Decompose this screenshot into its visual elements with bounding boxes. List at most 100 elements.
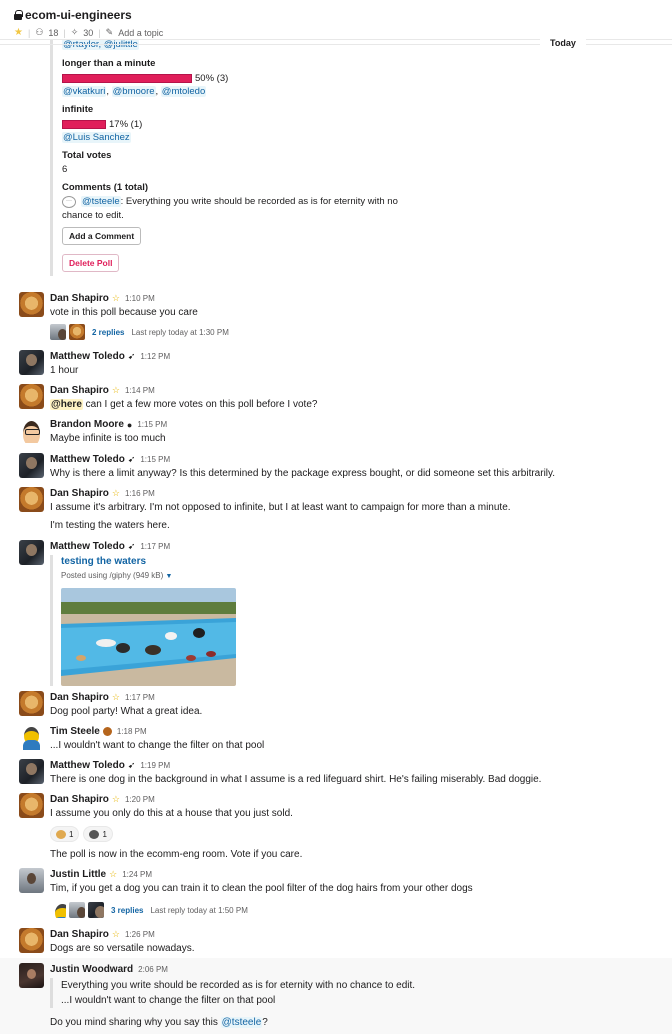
message-author[interactable]: Dan Shapiro — [50, 794, 109, 805]
pin-status-icon: ➹ — [127, 760, 136, 770]
pin-status-icon: ➹ — [127, 541, 136, 551]
comments-label: Comments (1 total) — [62, 182, 149, 193]
message-time[interactable]: 1:15 PM — [140, 455, 170, 464]
message-author[interactable]: Justin Woodward — [50, 964, 133, 975]
add-topic-link[interactable]: Add a topic — [118, 28, 163, 38]
avatar[interactable] — [19, 453, 44, 478]
doge-emoji-icon — [56, 829, 66, 839]
quote-line: ...I wouldn't want to change the filter … — [61, 995, 276, 1006]
thread-last-reply: Last reply today at 1:30 PM — [131, 327, 229, 337]
poll-bar — [62, 73, 192, 83]
message-author[interactable]: Dan Shapiro — [50, 488, 109, 499]
pin-count[interactable]: 30 — [83, 28, 93, 38]
voter-mention[interactable]: @bmoore — [111, 86, 156, 97]
message-time[interactable]: 2:06 PM — [138, 965, 168, 974]
avatar[interactable] — [19, 487, 44, 512]
poll-attachment: @rtaylor, @julittle longer than a minute… — [50, 38, 550, 276]
pin-icon[interactable]: ✧ — [71, 27, 79, 38]
here-mention[interactable]: @here — [50, 399, 83, 410]
message-text: can I get a few more votes on this poll … — [82, 399, 318, 410]
star-status-icon: ☆ — [111, 794, 120, 804]
channel-title[interactable]: ecom-ui-engineers — [14, 8, 132, 22]
message-text: Do you mind sharing why you say this — [50, 1017, 221, 1028]
star-status-icon: ☆ — [109, 869, 118, 879]
thread-last-reply: Last reply today at 1:50 PM — [150, 905, 248, 915]
message-time[interactable]: 1:17 PM — [140, 542, 170, 551]
avatar[interactable] — [19, 759, 44, 784]
poll-voters: @vkatkuri, @bmoore, @mtoledo — [62, 86, 207, 97]
avatar[interactable] — [19, 793, 44, 818]
reaction-pill[interactable]: 1 — [83, 826, 113, 842]
avatar[interactable] — [19, 691, 44, 716]
avatar[interactable] — [19, 350, 44, 375]
pencil-icon[interactable]: ✎ — [106, 27, 114, 38]
poll-result-text: 17% (1) — [109, 118, 143, 130]
members-icon[interactable]: ⚇ — [35, 27, 43, 38]
message-author[interactable]: Justin Little — [50, 869, 106, 880]
comment-text-cont: chance to edit. — [62, 210, 124, 221]
dog-pool-gif[interactable] — [61, 588, 236, 686]
caret-down-icon[interactable]: ▼ — [166, 573, 173, 580]
message-author[interactable]: Dan Shapiro — [50, 692, 109, 703]
voter-mention[interactable]: @Luis Sanchez — [62, 132, 131, 143]
message-time[interactable]: 1:17 PM — [125, 693, 155, 702]
message-author[interactable]: Dan Shapiro — [50, 293, 109, 304]
comment-author[interactable]: @tsteele — [81, 196, 121, 207]
thread-replies-link[interactable]: 2 replies — [92, 328, 124, 337]
delete-poll-button[interactable]: Delete Poll — [62, 254, 120, 272]
attachment-title[interactable]: testing the waters — [61, 555, 236, 569]
message-author[interactable]: Matthew Toledo — [50, 760, 125, 771]
thread-replies-link[interactable]: 3 replies — [111, 906, 143, 915]
message-time[interactable]: 1:18 PM — [117, 727, 147, 736]
voter-mention[interactable]: @vkatkuri — [62, 86, 107, 97]
message-time[interactable]: 1:19 PM — [140, 761, 170, 770]
message-text: Dogs are so versatile nowadays. — [50, 943, 195, 954]
star-icon[interactable]: ★ — [14, 27, 23, 38]
add-comment-button[interactable]: Add a Comment — [62, 227, 142, 245]
avatar[interactable] — [19, 963, 44, 988]
message-text: Dog pool party! What a great idea. — [50, 706, 203, 717]
date-divider-label: Today — [540, 38, 586, 48]
star-status-icon: ☆ — [111, 385, 120, 395]
message-author[interactable]: Dan Shapiro — [50, 929, 109, 940]
message-author[interactable]: Brandon Moore — [50, 419, 124, 430]
message-time[interactable]: 1:26 PM — [125, 930, 155, 939]
message-text: 1 hour — [50, 365, 79, 376]
total-votes-value: 6 — [62, 164, 68, 175]
avatar[interactable] — [19, 292, 44, 317]
message-author[interactable]: Dan Shapiro — [50, 385, 109, 396]
message-time[interactable]: 1:16 PM — [125, 489, 155, 498]
thread-summary[interactable]: 2 replies Last reply today at 1:30 PM — [50, 324, 229, 340]
user-mention[interactable]: @tsteele — [220, 1017, 263, 1028]
reaction-count: 1 — [102, 829, 107, 839]
message-author[interactable]: Matthew Toledo — [50, 454, 125, 465]
message-author[interactable]: Tim Steele — [50, 726, 100, 737]
message-time[interactable]: 1:24 PM — [122, 870, 152, 879]
avatar[interactable] — [19, 928, 44, 953]
reaction-pill[interactable]: 1 — [50, 826, 80, 842]
attachment-source: Posted using /giphy (949 kB) — [61, 571, 164, 580]
message-time[interactable]: 1:15 PM — [137, 420, 167, 429]
message-author[interactable]: Matthew Toledo — [50, 351, 125, 362]
member-count[interactable]: 18 — [48, 28, 58, 38]
dog-pool-image — [61, 588, 236, 686]
message-time[interactable]: 1:12 PM — [140, 352, 170, 361]
avatar[interactable] — [19, 418, 44, 443]
message-text-end: ? — [262, 1017, 268, 1028]
avatar[interactable] — [19, 384, 44, 409]
avatar — [50, 324, 66, 340]
avatar[interactable] — [19, 540, 44, 565]
poll-option-result: 17% (1) — [62, 117, 550, 131]
message-time[interactable]: 1:20 PM — [125, 795, 155, 804]
avatar[interactable] — [19, 725, 44, 750]
pin-status-icon: ➹ — [127, 454, 136, 464]
message-time[interactable]: 1:14 PM — [125, 386, 155, 395]
message-author[interactable]: Matthew Toledo — [50, 541, 125, 552]
voter-mention[interactable]: @mtoledo — [160, 86, 207, 97]
avatar[interactable] — [19, 868, 44, 893]
message-text: vote in this poll because you care — [50, 307, 198, 318]
thread-summary[interactable]: 3 replies Last reply today at 1:50 PM — [50, 902, 248, 918]
message-time[interactable]: 1:10 PM — [125, 294, 155, 303]
total-votes-label: Total votes — [62, 150, 112, 161]
star-status-icon: ☆ — [111, 488, 120, 498]
